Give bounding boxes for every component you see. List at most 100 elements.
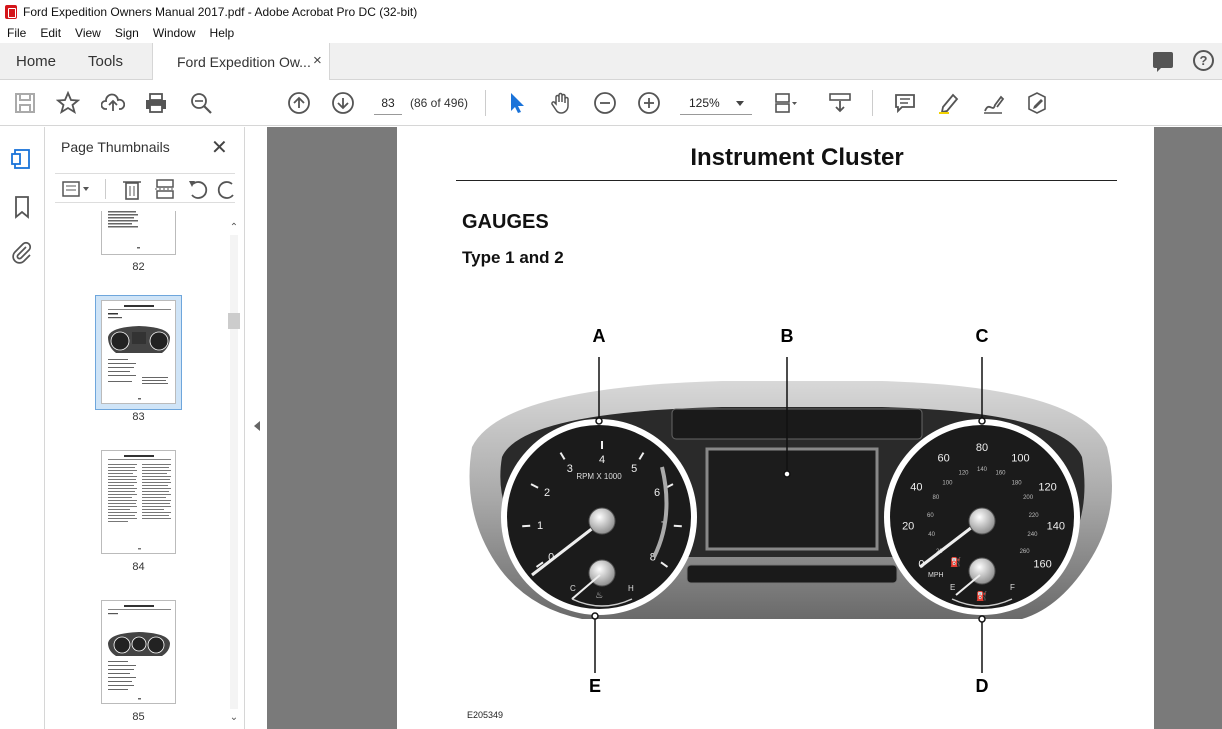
thumbnail-toolbar: [55, 173, 235, 203]
comment-panel-icon[interactable]: [1153, 52, 1173, 72]
hand-icon[interactable]: [549, 91, 573, 115]
scroll-track[interactable]: [230, 235, 238, 709]
tab-tools[interactable]: Tools: [88, 53, 123, 70]
menu-file[interactable]: File: [0, 26, 33, 40]
attachment-icon[interactable]: [10, 240, 34, 264]
mph-tick-label: 60: [937, 453, 949, 465]
callout-label-c: C: [976, 326, 989, 346]
search-icon[interactable]: [189, 91, 213, 115]
thumbnail-label: 82: [132, 261, 145, 273]
kmh-tick-label: 140: [977, 467, 988, 473]
panel-collapse-handle[interactable]: [245, 127, 267, 729]
page-number-input[interactable]: 83: [374, 91, 402, 115]
tab-document-label: Ford Expedition Ow...: [177, 54, 311, 70]
thumbnail-label: 84: [132, 561, 145, 573]
comment-icon[interactable]: [893, 91, 917, 115]
bookmark-icon[interactable]: [10, 195, 34, 219]
scroll-up-icon[interactable]: ⌃: [229, 223, 239, 233]
menu-help[interactable]: Help: [203, 26, 242, 40]
acrobat-icon: [5, 4, 17, 19]
save-icon[interactable]: [13, 91, 37, 115]
tab-document[interactable]: Ford Expedition Ow... ×: [152, 43, 330, 80]
thumbnail-options-icon[interactable]: [61, 177, 89, 201]
scroll-thumb[interactable]: [228, 313, 240, 329]
mph-unit: MPH: [928, 572, 944, 579]
menu-view[interactable]: View: [68, 26, 108, 40]
tach-label: RPM X 1000: [576, 472, 622, 481]
thumbnail-page[interactable]: [101, 211, 176, 255]
thumbnail-page[interactable]: [101, 600, 176, 704]
collapse-arrow-icon: [254, 421, 260, 431]
left-rail: [0, 127, 45, 729]
tach-tick-label-mark: [522, 524, 531, 528]
toolbar-divider: [485, 90, 486, 116]
mph-tick-label: 140: [1047, 521, 1065, 533]
delete-icon[interactable]: [120, 177, 144, 201]
kmh-tick-label: 200: [1023, 495, 1034, 501]
kmh-tick-label: 240: [1027, 532, 1038, 538]
scroll-mode-icon[interactable]: [828, 91, 852, 115]
extract-pages-icon[interactable]: [153, 177, 177, 201]
close-tab-icon[interactable]: ×: [313, 52, 322, 69]
mph-tick-label: 160: [1033, 558, 1051, 570]
toolbar-divider: [105, 179, 106, 199]
next-page-icon[interactable]: [331, 91, 355, 115]
thumbnail-page[interactable]: [101, 450, 176, 554]
heading-rule: [456, 180, 1117, 181]
zoom-out-icon[interactable]: [593, 91, 617, 115]
tach-tick-label: 6: [654, 487, 660, 499]
callout-label-e: E: [589, 676, 601, 696]
instrument-cluster-figure: RPM X 1000 012345678 C H ♨ 0204060801001…: [469, 326, 1112, 696]
toolbar-divider: [872, 90, 873, 116]
subsection-heading: Type 1 and 2: [462, 248, 564, 267]
select-arrow-icon[interactable]: [505, 91, 529, 115]
kmh-tick-label: 80: [933, 495, 940, 501]
rotate-left-icon[interactable]: [186, 177, 210, 201]
thumbnail-label: 83: [132, 411, 145, 423]
page-thumbnails-panel: Page Thumbnails ✕ 82 83 84 85 ⌃ ⌄: [45, 127, 245, 729]
thumbnail-label: 85: [132, 711, 145, 723]
page-thumbnails-icon[interactable]: [10, 147, 34, 171]
document-view[interactable]: Instrument Cluster GAUGES Type 1 and 2 R…: [267, 127, 1222, 729]
tach-tick-label-mark: [673, 524, 682, 528]
zoom-in-icon[interactable]: [637, 91, 661, 115]
tachometer: RPM X 1000 012345678 C H ♨: [501, 419, 697, 615]
callout-label-b: B: [781, 326, 794, 346]
scroll-down-icon[interactable]: ⌄: [229, 713, 239, 723]
zoom-select[interactable]: 125%: [680, 91, 752, 115]
tach-hub: [588, 507, 616, 535]
lower-trim: [686, 564, 898, 584]
tab-home[interactable]: Home: [16, 53, 56, 70]
mph-tick-label: 20: [902, 521, 914, 533]
print-icon[interactable]: [144, 91, 168, 115]
fuel-door-icon: ⛽: [950, 556, 961, 567]
speed-hub: [968, 507, 996, 535]
close-panel-icon[interactable]: ✕: [211, 135, 228, 160]
tach-tick-label: 2: [544, 487, 550, 499]
star-icon[interactable]: [56, 91, 80, 115]
help-icon[interactable]: ?: [1193, 50, 1214, 71]
mph-tick-label: 80: [976, 442, 988, 454]
thumbnail-list: 82 83 84 85: [45, 211, 245, 729]
main-toolbar: 83 (86 of 496) 125%: [0, 80, 1222, 126]
fuel-pump-icon: ⛽: [976, 590, 987, 601]
fuel-e-label: E: [950, 583, 955, 592]
menu-bar: File Edit View Sign Window Help: [0, 23, 1222, 43]
edit-icon[interactable]: [1025, 91, 1049, 115]
thumbnail-scrollbar[interactable]: ⌃ ⌄: [227, 221, 241, 727]
sign-icon[interactable]: [981, 91, 1005, 115]
temp-h-label: H: [628, 584, 634, 593]
highlight-icon[interactable]: [937, 91, 961, 115]
kmh-tick-label: 160: [995, 471, 1006, 477]
fit-page-icon[interactable]: [773, 91, 797, 115]
menu-window[interactable]: Window: [146, 26, 203, 40]
thumbnail-page-selected[interactable]: [101, 300, 176, 404]
zoom-value: 125%: [689, 96, 720, 110]
menu-sign[interactable]: Sign: [108, 26, 146, 40]
mph-tick-label: 100: [1011, 453, 1029, 465]
rotate-right-icon[interactable]: [215, 177, 235, 201]
prev-page-icon[interactable]: [287, 91, 311, 115]
tach-tick-label: 4: [599, 454, 605, 466]
upload-icon[interactable]: [101, 91, 125, 115]
menu-edit[interactable]: Edit: [33, 26, 68, 40]
